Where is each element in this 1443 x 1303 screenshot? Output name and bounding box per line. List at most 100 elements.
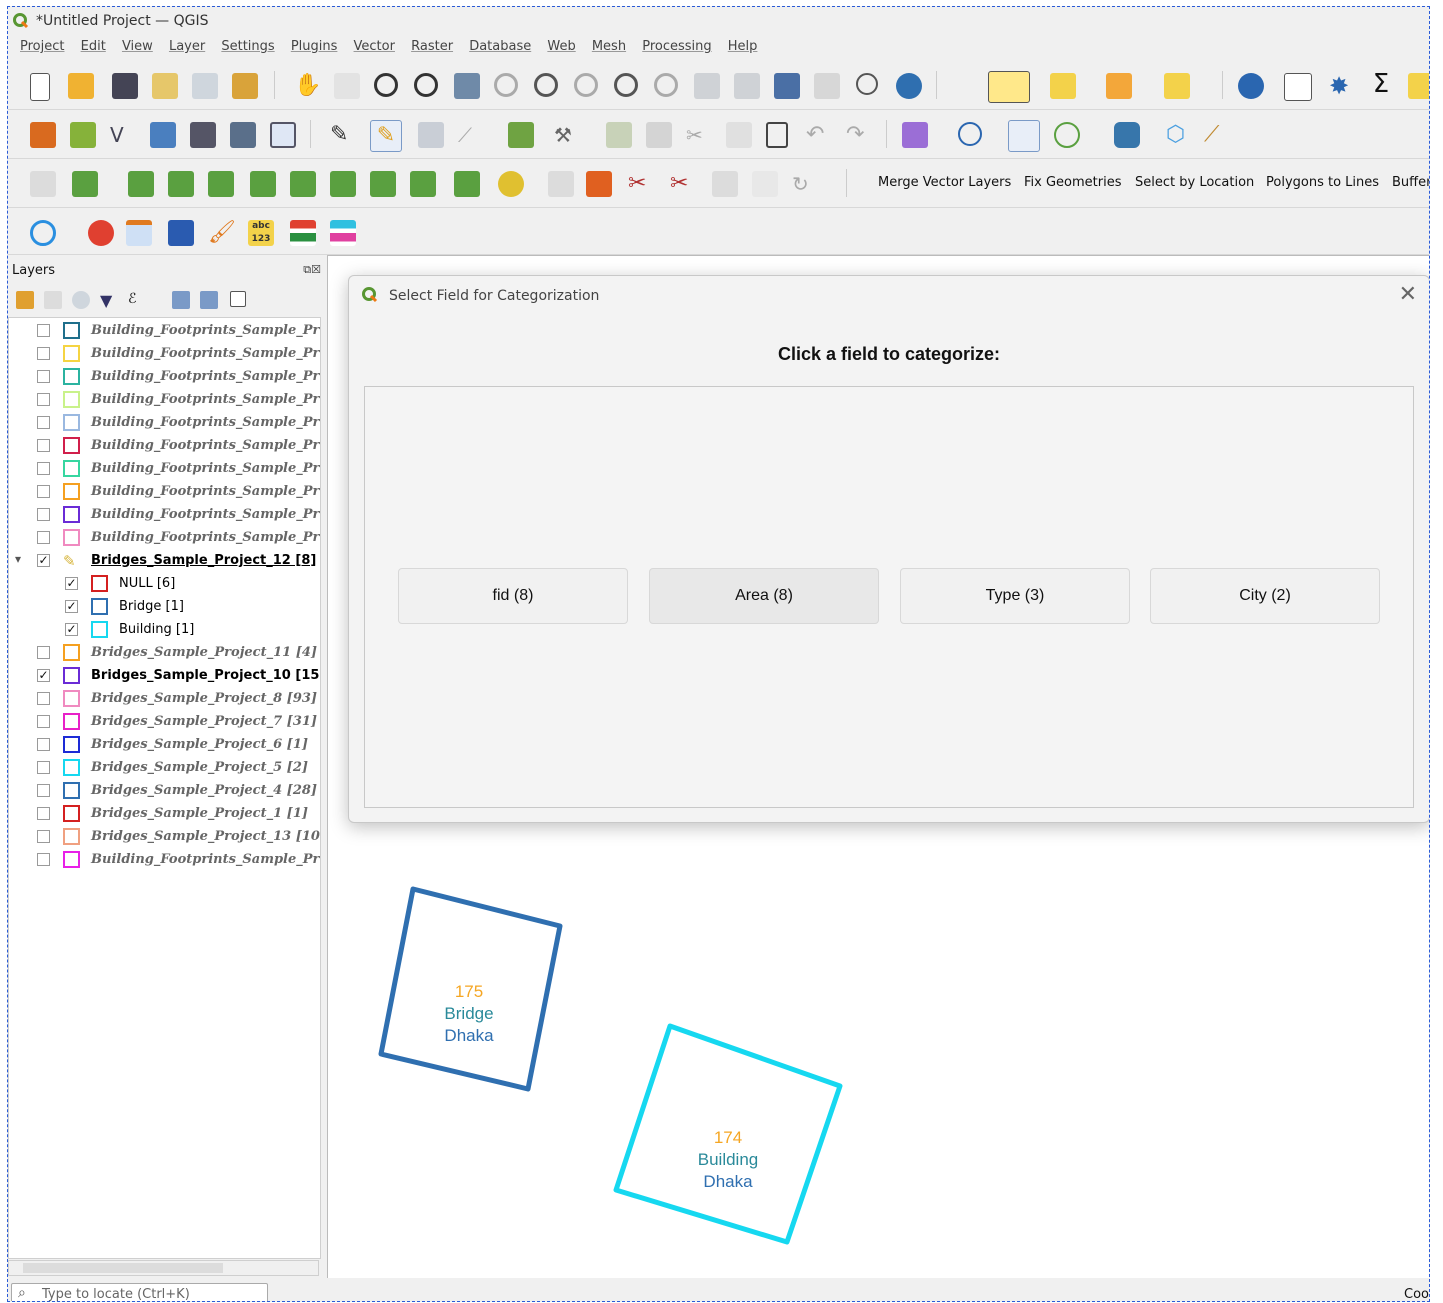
delete-ring-icon[interactable] (250, 171, 276, 197)
manage-visibility-eye-icon[interactable] (72, 291, 90, 309)
rotate-point-symbols-icon[interactable] (586, 171, 612, 197)
reshape-icon[interactable] (330, 171, 356, 197)
layer-visibility-checkbox[interactable] (37, 439, 50, 452)
copy-features-icon[interactable] (726, 122, 752, 148)
trim-extend-icon[interactable]: ✂ (670, 171, 696, 197)
layer-visibility-checkbox[interactable] (37, 393, 50, 406)
plugin-active-icon[interactable] (1008, 120, 1040, 152)
zoom-in-icon[interactable] (374, 73, 398, 97)
layer-row[interactable]: Building_Footprints_Sample_Pr (9, 481, 320, 503)
new-geopackage-layer-icon[interactable] (70, 122, 96, 148)
add-delimited-text-icon[interactable] (150, 122, 176, 148)
layout-manager-icon[interactable] (192, 73, 218, 99)
align-icon[interactable] (752, 171, 778, 197)
menu-plugins[interactable]: Plugins (291, 39, 338, 54)
layer-visibility-checkbox[interactable] (37, 485, 50, 498)
label-abc-icon[interactable]: abc 123 (248, 220, 274, 246)
menu-help[interactable]: Help (728, 39, 758, 54)
add-wms-globe-icon[interactable] (958, 122, 982, 146)
fill-ring-icon[interactable] (208, 171, 234, 197)
reverse-line-icon[interactable] (712, 171, 738, 197)
layer-visibility-checkbox[interactable] (37, 370, 50, 383)
open-field-calculator-icon[interactable] (1284, 73, 1312, 101)
new-map-view-icon[interactable] (694, 73, 720, 99)
layer-visibility-checkbox[interactable]: ✓ (65, 577, 78, 590)
layer-row[interactable]: Building_Footprints_Sample_Pr (9, 412, 320, 434)
zoom-last-icon[interactable] (614, 73, 638, 97)
identify-features-icon[interactable] (1238, 73, 1264, 99)
menu-database[interactable]: Database (469, 39, 531, 54)
panel-float-close-icon[interactable]: ⧉☒ (303, 263, 321, 277)
expand-all-icon[interactable] (172, 291, 190, 309)
add-vector-layer-icon[interactable]: V (110, 122, 136, 148)
statistical-summary-sigma-icon[interactable]: Σ (1368, 71, 1394, 97)
save-project-icon[interactable] (112, 73, 138, 99)
layer-row[interactable]: Bridges_Sample_Project_8 [93] (9, 688, 320, 710)
simplify-icon[interactable]: ✂ (628, 171, 654, 197)
processing-toolbox-gear-icon[interactable]: ✸ (1326, 73, 1352, 99)
dialog-close-icon[interactable]: ✕ (1399, 282, 1417, 307)
zoom-full-icon[interactable] (454, 73, 480, 99)
category-row[interactable]: ✓ Bridge [1] (9, 596, 320, 618)
filter-legend-icon[interactable]: ▼ (100, 291, 118, 310)
select-by-location-button[interactable]: Select by Location (1135, 175, 1254, 190)
layer-row[interactable]: Bridges_Sample_Project_6 [1] (9, 734, 320, 756)
menu-project[interactable]: Project (20, 39, 64, 54)
show-bookmarks-icon[interactable] (814, 73, 840, 99)
layer-row[interactable]: ✓ Bridges_Sample_Project_10 [15 (9, 665, 320, 687)
menu-settings[interactable]: Settings (221, 39, 274, 54)
style-manager-icon[interactable] (232, 73, 258, 99)
rule-list-icon[interactable] (290, 220, 316, 246)
vertex-tool-icon[interactable]: ⚒ (554, 122, 580, 148)
menu-web[interactable]: Web (547, 39, 575, 54)
save-layer-edits-icon[interactable] (418, 122, 444, 148)
layer-visibility-checkbox[interactable] (37, 462, 50, 475)
remove-layer-icon[interactable] (230, 291, 246, 307)
cube-3d-icon[interactable]: ⬡ (1166, 122, 1192, 148)
merge-attributes-icon[interactable] (548, 171, 574, 197)
paint-brush-icon[interactable]: 🖌 (208, 220, 236, 246)
filter-by-expression-icon[interactable]: ℰ (128, 291, 146, 309)
split-parts-icon[interactable] (454, 171, 480, 197)
python-console-icon[interactable] (1114, 122, 1140, 148)
split-features-icon[interactable] (410, 171, 436, 197)
pan-hand-icon[interactable]: ✋ (294, 73, 321, 99)
layer-visibility-checkbox[interactable] (37, 853, 50, 866)
layer-row[interactable]: Building_Footprints_Sample_Pr (9, 849, 320, 871)
geometry-tool-icon[interactable] (72, 171, 98, 197)
cut-features-scissors-icon[interactable]: ✂ (686, 122, 712, 148)
layer-row[interactable]: Bridges_Sample_Project_11 [4] (9, 642, 320, 664)
new-print-layout-icon[interactable] (152, 73, 178, 99)
select-by-value-icon[interactable] (1050, 73, 1076, 99)
zoom-native-icon[interactable] (574, 73, 598, 97)
open-layer-styling-icon[interactable] (16, 291, 34, 309)
current-edits-pencil-icon[interactable]: ✎ (330, 122, 356, 148)
delete-selected-icon[interactable] (646, 122, 672, 148)
layer-visibility-checkbox[interactable] (37, 807, 50, 820)
paste-features-icon[interactable] (766, 122, 788, 148)
layer-visibility-checkbox[interactable] (37, 738, 50, 751)
add-mesh-layer-icon[interactable] (230, 122, 256, 148)
pan-to-selection-icon[interactable] (334, 73, 360, 99)
layer-visibility-checkbox[interactable]: ✓ (37, 554, 50, 567)
layer-visibility-checkbox[interactable] (37, 830, 50, 843)
add-group-icon[interactable] (44, 291, 62, 309)
zoom-to-selection-icon[interactable] (494, 73, 518, 97)
add-part-icon[interactable] (168, 171, 194, 197)
layer-row[interactable]: Building_Footprints_Sample_Pr (9, 343, 320, 365)
layer-visibility-checkbox[interactable] (37, 646, 50, 659)
buffer-button[interactable]: Buffer (1392, 175, 1429, 190)
layer-visibility-checkbox[interactable]: ✓ (65, 623, 78, 636)
layer-row[interactable]: Bridges_Sample_Project_13 [10 (9, 826, 320, 848)
layer-row[interactable]: Building_Footprints_Sample_Pr (9, 320, 320, 342)
layer-visibility-checkbox[interactable] (37, 531, 50, 544)
refresh-icon[interactable] (896, 73, 922, 99)
add-raster-layer-icon[interactable] (190, 122, 216, 148)
fix-geometries-button[interactable]: Fix Geometries (1024, 175, 1121, 190)
layer-row[interactable]: Building_Footprints_Sample_Pr (9, 435, 320, 457)
layer-row[interactable]: Building_Footprints_Sample_Pr (9, 504, 320, 526)
menu-edit[interactable]: Edit (81, 39, 106, 54)
attribute-table-icon[interactable] (1408, 73, 1429, 99)
new-project-icon[interactable] (30, 73, 50, 101)
layer-tree-horizontal-scrollbar[interactable] (8, 1260, 319, 1276)
